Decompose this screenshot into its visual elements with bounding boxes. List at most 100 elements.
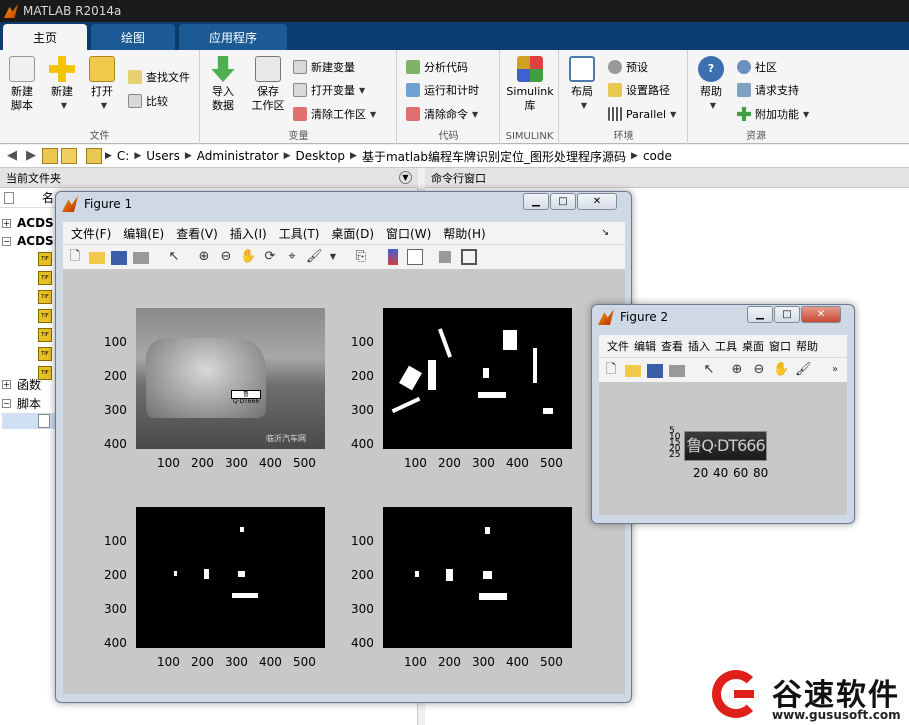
legend-icon[interactable] [407,249,423,265]
breadcrumb-segment[interactable]: Administrator [197,149,279,163]
menubar-dock-icon[interactable]: ↘ [601,228,609,238]
new-figure-icon[interactable]: 🗋 [603,362,619,378]
show-plot-tools-icon[interactable] [461,249,477,265]
open-button[interactable]: 打开 ▼ [82,56,122,113]
breadcrumb-segment[interactable]: C: [117,149,129,163]
print-icon[interactable] [669,365,685,377]
up-folder-icon[interactable] [42,148,58,164]
hide-plot-tools-icon[interactable] [439,251,451,263]
save-icon[interactable] [111,251,127,265]
parallel-button[interactable]: Parallel ▼ [608,105,676,123]
new-script-button[interactable]: 新建 脚本 [2,56,42,113]
menu-tools[interactable]: 工具(T) [279,225,320,242]
close-icon[interactable]: ✕ [801,306,841,323]
breadcrumb-segment[interactable]: Users [146,149,180,163]
new-button[interactable]: 新建 ▼ [42,56,82,113]
save-workspace-button[interactable]: 保存 工作区 [245,56,291,113]
menu-desktop[interactable]: 桌面 [742,338,764,354]
subplot-morphology-2[interactable] [383,507,572,648]
brush-icon[interactable]: 🖌 [306,249,323,265]
menu-view[interactable]: 查看 [661,338,683,354]
subplot-morphology-1[interactable] [136,507,325,648]
image-file-icon[interactable]: TIF [38,347,52,361]
address-bar[interactable]: ◀ ▶ ▶ C: ▶ Users ▶ Administrator ▶ Desktop ▶… [0,145,909,168]
request-support-button[interactable]: 请求支持 [737,81,799,99]
menu-insert[interactable]: 插入 [688,338,710,354]
community-button[interactable]: 社区 [737,58,777,76]
menu-window[interactable]: 窗口(W) [386,225,431,242]
brush-dropdown-icon[interactable]: ▼ [325,249,341,265]
maximize-icon[interactable]: □ [550,193,576,210]
zoom-out-icon[interactable]: ⊖ [218,249,234,265]
brush-icon[interactable]: 🖌 [795,362,812,378]
subplot-edge-image[interactable] [383,308,572,449]
zoom-out-icon[interactable]: ⊖ [751,362,767,378]
minimize-icon[interactable]: ▁ [747,306,773,323]
menu-desktop[interactable]: 桌面(D) [331,225,374,242]
tab-home[interactable]: 主页 [3,24,88,50]
preferences-button[interactable]: 预设 [608,58,648,76]
pointer-icon[interactable]: ↖ [701,362,717,378]
rotate-3d-icon[interactable]: ⟳ [262,249,278,265]
maximize-icon[interactable]: □ [774,306,800,323]
name-column-header[interactable]: 名 [0,188,60,208]
breadcrumb-segment[interactable]: Desktop [296,149,346,163]
browse-folder-icon[interactable] [61,148,77,164]
open-file-icon[interactable] [625,365,641,377]
pan-hand-icon[interactable]: ✋ [240,249,256,265]
expand-plus-icon[interactable]: + [2,379,11,389]
image-file-icon[interactable]: TIF [38,252,52,266]
new-variable-button[interactable]: 新建变量 [293,58,355,76]
zoom-in-icon[interactable]: ⊕ [729,362,745,378]
expand-plus-icon[interactable]: + [2,218,11,228]
print-icon[interactable] [133,252,149,264]
menu-insert[interactable]: 插入(I) [230,225,267,242]
menu-help[interactable]: 帮助 [796,338,818,354]
add-ons-button[interactable]: 附加功能 ▼ [737,105,809,123]
layout-button[interactable]: 布局 ▼ [562,56,602,113]
selected-script-row[interactable] [2,413,58,429]
data-cursor-icon[interactable]: ⌖ [284,249,300,265]
clear-workspace-button[interactable]: 清除工作区 ▼ [293,105,376,123]
menu-file[interactable]: 文件 [607,338,629,354]
tab-plots[interactable]: 绘图 [91,24,176,50]
back-arrow-icon[interactable]: ◀ [4,148,20,164]
close-icon[interactable]: ✕ [577,193,617,210]
set-path-button[interactable]: 设置路径 [608,81,670,99]
tree-item-acds2[interactable]: − ACDS [2,232,54,250]
toolbar-overflow-icon[interactable]: » [827,362,843,378]
tab-apps[interactable]: 应用程序 [179,24,288,50]
compare-button[interactable]: 比较 [128,92,168,110]
menu-window[interactable]: 窗口 [769,338,791,354]
menu-view[interactable]: 查看(V) [176,225,218,242]
simulink-library-button[interactable]: Simulink 库 [505,56,555,113]
image-file-icon[interactable]: TIF [38,309,52,323]
run-and-time-button[interactable]: 运行和计时 [406,81,479,99]
tree-item-functions[interactable]: + 函数 [2,375,41,393]
breadcrumb-segment[interactable]: code [643,149,672,163]
analyze-code-button[interactable]: 分析代码 [406,58,468,76]
new-figure-icon[interactable]: 🗋 [67,249,83,265]
panel-menu-icon[interactable]: ▼ [399,171,412,184]
tree-item-scripts[interactable]: − 脚本 [2,394,41,412]
pan-hand-icon[interactable]: ✋ [773,362,789,378]
open-file-icon[interactable] [89,252,105,264]
find-files-button[interactable]: 查找文件 [128,68,190,86]
zoom-in-icon[interactable]: ⊕ [196,249,212,265]
menu-edit[interactable]: 编辑(E) [123,225,164,242]
minimize-icon[interactable]: ▁ [523,193,549,210]
breadcrumb-segment[interactable]: 基于matlab编程车牌识别定位_图形处理程序源码 [362,148,626,165]
forward-arrow-icon[interactable]: ▶ [23,148,39,164]
menu-tools[interactable]: 工具 [715,338,737,354]
tree-item-acds1[interactable]: + ACDS [2,214,54,232]
cropped-plate-image[interactable]: 鲁Q·DT666 [684,431,767,461]
collapse-minus-icon[interactable]: − [2,398,11,408]
save-icon[interactable] [647,364,663,378]
colorbar-icon[interactable] [388,249,398,265]
image-file-icon[interactable]: TIF [38,290,52,304]
menu-file[interactable]: 文件(F) [71,225,111,242]
menu-edit[interactable]: 编辑 [634,338,656,354]
import-data-button[interactable]: 导入 数据 [203,56,243,113]
image-file-icon[interactable]: TIF [38,271,52,285]
menu-help[interactable]: 帮助(H) [443,225,485,242]
